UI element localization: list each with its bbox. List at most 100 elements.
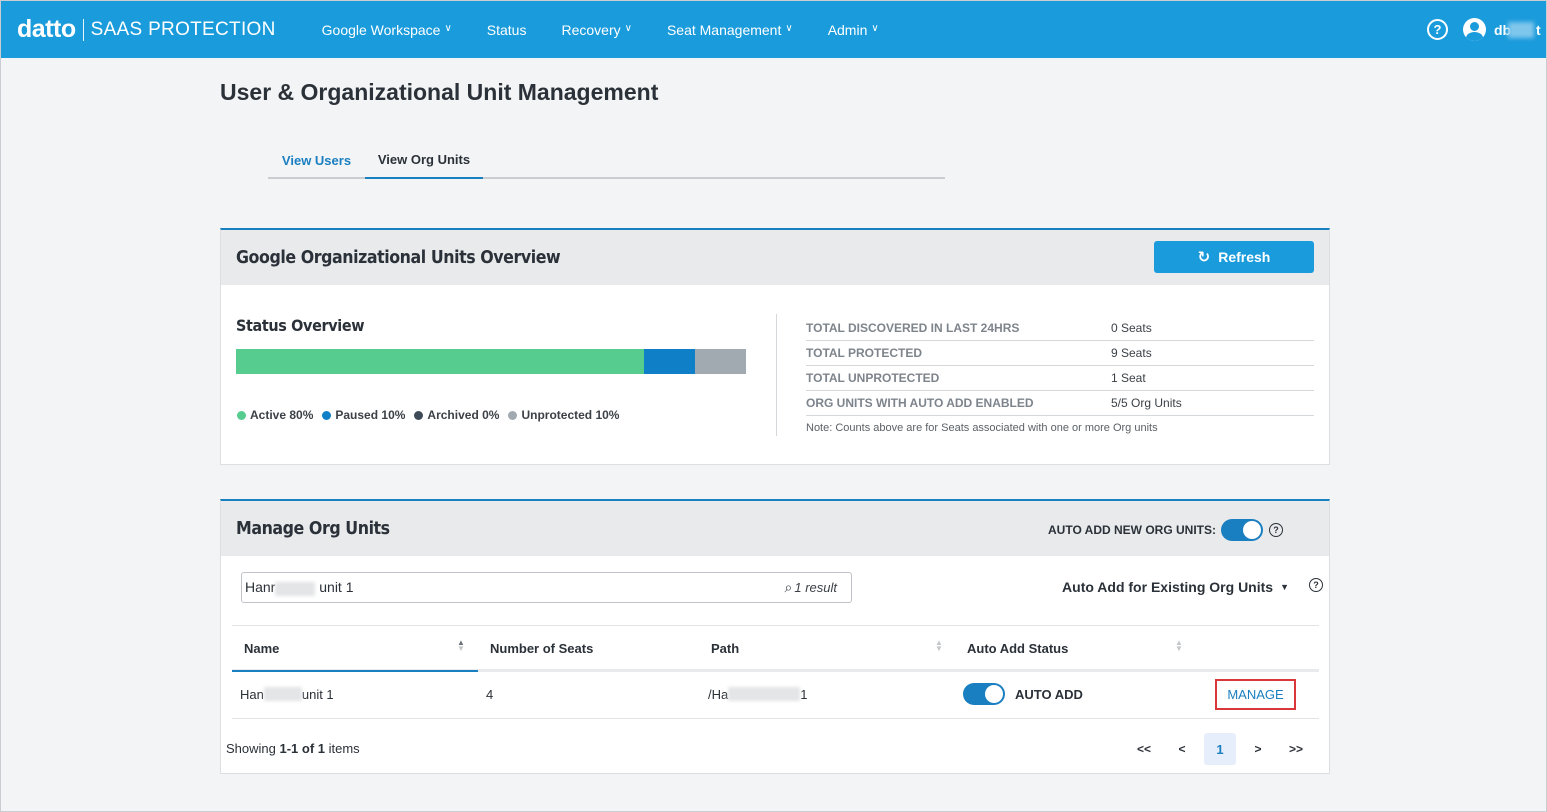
brand-logo[interactable]: datto SAAS PROTECTION (17, 1, 276, 58)
search-icon[interactable]: ⌕ (785, 579, 793, 596)
sort-icon[interactable]: ▲ ▼ (457, 639, 465, 653)
legend-dot-paused (322, 410, 332, 420)
previous-page-button[interactable]: < (1163, 733, 1201, 765)
status-segment-active (236, 349, 644, 374)
manage-title: Manage Org Units (236, 518, 390, 539)
stats-note: Note: Counts above are for Seats associa… (806, 422, 1158, 434)
stat-row: ORG UNITS WITH AUTO ADD ENABLED 5/5 Org … (806, 391, 1314, 416)
status-legend: Active 80% Paused 10% Archived 0% Unprot… (237, 408, 628, 422)
auto-add-toggle[interactable] (963, 683, 1005, 705)
org-unit-search-input[interactable]: Hanr unit 1 ⌕ 1 result (241, 572, 852, 603)
cell-path-start: /Ha (708, 686, 729, 702)
pagination-summary: Showing 1-1 of 1 items (226, 741, 360, 756)
chevron-down-icon: ∨ (444, 23, 452, 34)
sort-icon[interactable]: ▲ ▼ (935, 639, 943, 653)
search-value: Hanr unit 1 (245, 579, 354, 596)
column-header-auto-add-status[interactable]: Auto Add Status ▲ ▼ (967, 626, 1187, 670)
showing-suffix: items (325, 741, 360, 756)
manage-org-units-card: Manage Org Units AUTO ADD NEW ORG UNITS:… (220, 499, 1330, 774)
stat-row: TOTAL DISCOVERED IN LAST 24HRS 0 Seats (806, 316, 1314, 341)
org-units-overview-card: Google Organizational Units Overview ↻ R… (220, 228, 1330, 465)
page-button-current[interactable]: 1 (1204, 733, 1236, 765)
cell-path-end: 1 (800, 686, 808, 702)
view-tabs: View Users View Org Units (268, 141, 945, 179)
question-icon[interactable]: ? (1269, 523, 1283, 537)
user-menu[interactable]: db t (1494, 21, 1546, 38)
cell-name-start: Han (240, 686, 264, 702)
column-label: Number of Seats (490, 640, 594, 656)
question-icon[interactable]: ? (1309, 578, 1323, 592)
last-page-button[interactable]: >> (1277, 733, 1315, 765)
stat-label: TOTAL DISCOVERED IN LAST 24HRS (806, 321, 1020, 335)
legend-label: Paused 10% (335, 408, 406, 422)
legend-archived: Archived 0% (414, 408, 499, 422)
search-result-count: 1 result (794, 580, 837, 595)
top-navigation-bar: datto SAAS PROTECTION Google Workspace ∨… (1, 1, 1546, 58)
nav-item-label: Admin (827, 21, 868, 38)
nav-admin[interactable]: Admin ∨ (828, 22, 879, 38)
refresh-icon: ↻ (1197, 249, 1211, 266)
auto-add-new-org-units: AUTO ADD NEW ORG UNITS: ? (1048, 519, 1283, 541)
legend-dot-active (237, 410, 246, 420)
legend-label: Active 80% (250, 408, 314, 422)
help-icon[interactable]: ? (1427, 19, 1448, 40)
user-name-end: t (1536, 21, 1541, 38)
column-header-seats[interactable]: Number of Seats (490, 626, 710, 670)
nav-item-label: Google Workspace (321, 21, 441, 38)
main-menu: Google Workspace ∨ Status Recovery ∨ Sea… (322, 22, 914, 38)
status-progress-bar (236, 349, 746, 374)
nav-status[interactable]: Status (487, 22, 527, 38)
redacted-text (728, 687, 801, 701)
tab-view-users[interactable]: View Users (268, 141, 365, 179)
brand-separator (82, 18, 84, 41)
tab-view-org-units[interactable]: View Org Units (365, 141, 483, 179)
stat-label: TOTAL PROTECTED (806, 346, 923, 360)
redacted-text (275, 581, 316, 596)
cell-path: /Ha 1 (708, 672, 807, 716)
showing-range: 1-1 of 1 (279, 741, 325, 756)
auto-add-existing-dropdown[interactable]: Auto Add for Existing Org Units ▼ (1062, 579, 1289, 595)
column-header-name[interactable]: Name ▲ ▼ (232, 626, 478, 672)
next-page-button[interactable]: > (1239, 733, 1277, 765)
column-label: Auto Add Status (967, 640, 1069, 656)
cell-name-end: unit 1 (301, 686, 334, 702)
nav-recovery[interactable]: Recovery ∨ (561, 22, 631, 38)
redacted-username (1508, 21, 1534, 38)
org-units-table: Name ▲ ▼ Number of Seats Path ▲ ▼ Auto Add… (232, 625, 1319, 719)
legend-dot-archived (414, 410, 424, 420)
legend-label: Archived 0% (427, 408, 500, 422)
table-row: Han unit 1 4 /Ha 1 AUTO ADD MANAGE (232, 672, 1319, 719)
stat-row: TOTAL PROTECTED 9 Seats (806, 341, 1314, 366)
legend-dot-unprotected (508, 410, 518, 420)
nav-item-label: Seat Management (666, 21, 782, 38)
stat-value: 5/5 Org Units (1111, 396, 1182, 410)
cell-auto-add-status: AUTO ADD (963, 672, 1083, 716)
refresh-label: Refresh (1218, 249, 1271, 265)
legend-unprotected: Unprotected 10% (508, 408, 619, 422)
nav-item-label: Status (486, 21, 527, 38)
chevron-down-icon: ∨ (871, 23, 879, 34)
legend-label: Unprotected 10% (521, 408, 620, 422)
nav-google-workspace[interactable]: Google Workspace ∨ (322, 22, 452, 38)
legend-active: Active 80% (237, 408, 313, 422)
stat-value: 0 Seats (1111, 321, 1152, 335)
auto-add-new-toggle[interactable] (1221, 519, 1263, 541)
nav-seat-management[interactable]: Seat Management ∨ (667, 22, 793, 38)
sort-icon[interactable]: ▲ ▼ (1175, 639, 1183, 653)
caret-down-icon: ▼ (1280, 582, 1289, 592)
manage-link[interactable]: MANAGE (1215, 679, 1296, 710)
nav-right-area: ? db t (1427, 1, 1546, 58)
datto-logo-text: datto (17, 15, 76, 43)
column-label: Name (244, 640, 280, 656)
refresh-button[interactable]: ↻ Refresh (1154, 241, 1314, 273)
first-page-button[interactable]: << (1125, 733, 1163, 765)
legend-paused: Paused 10% (322, 408, 405, 422)
nav-item-label: Recovery (561, 21, 621, 38)
status-overview-title: Status Overview (236, 316, 365, 335)
stat-label: ORG UNITS WITH AUTO ADD ENABLED (806, 396, 1034, 410)
column-label: Path (711, 640, 740, 656)
stat-label: TOTAL UNPROTECTED (806, 371, 940, 385)
column-header-path[interactable]: Path ▲ ▼ (711, 626, 956, 670)
table-header: Name ▲ ▼ Number of Seats Path ▲ ▼ Auto Add… (232, 625, 1319, 672)
user-avatar-icon[interactable] (1463, 18, 1486, 41)
